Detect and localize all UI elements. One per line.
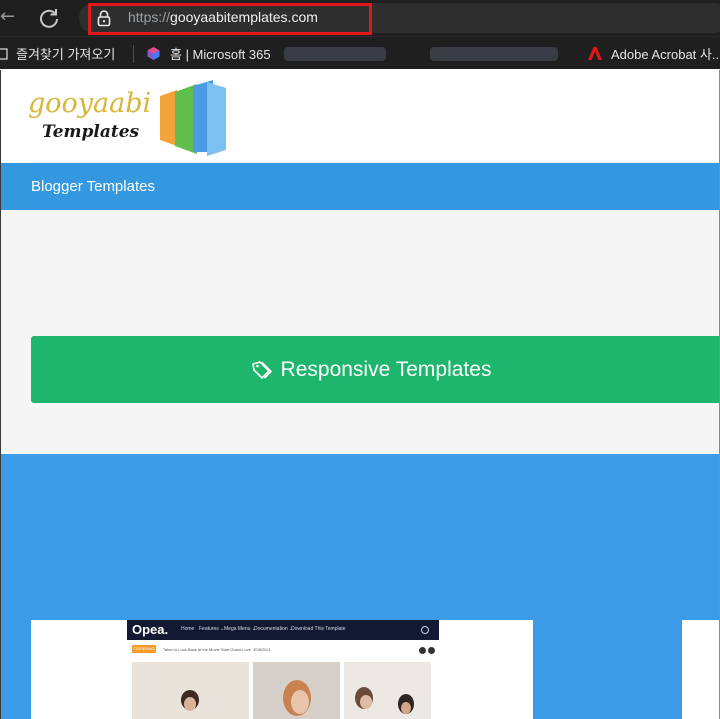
site-logo[interactable]: gooyaabi Templates bbox=[28, 88, 152, 148]
reload-icon[interactable] bbox=[36, 6, 62, 30]
bookmark-import-favorites[interactable]: 즐겨찾기 가져오기 bbox=[0, 37, 115, 70]
logo-word-templates: Templates bbox=[42, 122, 140, 142]
preview-search-icon bbox=[421, 626, 429, 634]
template-preview[interactable]: Opea. Home Features ⌄ Mega Menu ⌄ Docume… bbox=[127, 620, 439, 719]
blurred-bookmark[interactable] bbox=[284, 47, 386, 61]
preview-ticker-date: 30/8/2021 bbox=[253, 647, 271, 652]
preview-brand: Opea. bbox=[132, 622, 169, 637]
microsoft-365-icon bbox=[147, 47, 160, 60]
url-highlight-box bbox=[88, 3, 372, 35]
preview-photo bbox=[132, 662, 249, 719]
template-showcase: Opea. Home Features ⌄ Mega Menu ⌄ Docume… bbox=[0, 454, 720, 719]
preview-menu-item: Home bbox=[181, 626, 195, 632]
responsive-templates-button[interactable]: Responsive Templates bbox=[31, 336, 720, 403]
preview-menu-item: Download This Template bbox=[291, 626, 346, 632]
preview-menu-item: Mega Menu ⌄ bbox=[224, 626, 256, 632]
nav-link-blogger-templates[interactable]: Blogger Templates bbox=[31, 163, 155, 210]
preview-nav: Opea. Home Features ⌄ Mega Menu ⌄ Docume… bbox=[127, 620, 439, 640]
back-arrow-icon[interactable]: ← bbox=[0, 6, 16, 30]
logo-word-gooyaabi: gooyaabi bbox=[28, 88, 152, 119]
hero-section: Responsive Templates bbox=[0, 210, 720, 454]
bookmark-separator bbox=[133, 45, 134, 63]
import-favorites-icon bbox=[0, 47, 8, 60]
preview-photo bbox=[344, 662, 431, 719]
preview-next-dot bbox=[428, 647, 435, 654]
template-card[interactable]: Opea. Home Features ⌄ Mega Menu ⌄ Docume… bbox=[31, 620, 533, 719]
preview-prev-dot bbox=[419, 647, 426, 654]
blurred-bookmark[interactable] bbox=[430, 47, 558, 61]
site-header: gooyaabi Templates bbox=[0, 70, 720, 163]
cta-label: Responsive Templates bbox=[280, 357, 492, 381]
template-card[interactable] bbox=[682, 620, 720, 719]
bookmark-label: 홈 | Microsoft 365 bbox=[170, 47, 271, 62]
bookmark-label: 즐겨찾기 가져오기 bbox=[16, 47, 116, 62]
preview-photo bbox=[253, 662, 340, 719]
preview-menu-item: Features ⌄ bbox=[199, 626, 225, 632]
adobe-acrobat-icon bbox=[588, 47, 602, 60]
preview-trending-badge: TRENDING bbox=[132, 645, 156, 653]
bookmark-adobe-acrobat[interactable]: Adobe Acrobat 사... bbox=[587, 37, 720, 70]
bookmarks-bar: 즐겨찾기 가져오기 홈 | Microsoft 365 Adobe Acroba… bbox=[0, 36, 720, 69]
preview-menu-item: Documentation ⌄ bbox=[254, 626, 294, 632]
preview-ticker-text: Taken a Look Back at the Movie Start Gue… bbox=[163, 647, 271, 652]
browser-address-bar: ← https://gooyaabitemplates.com bbox=[0, 0, 720, 36]
bookmark-microsoft-365[interactable]: 홈 | Microsoft 365 bbox=[146, 37, 271, 70]
logo-pages-icon[interactable] bbox=[157, 80, 229, 156]
site-nav-bar: Blogger Templates bbox=[0, 163, 720, 210]
bookmark-label: Adobe Acrobat 사... bbox=[611, 47, 720, 62]
preview-ticker-headline: Taken a Look Back at the Movie Start Gue… bbox=[163, 647, 251, 652]
web-page: gooyaabi Templates Blogger Templates Res… bbox=[0, 70, 720, 719]
tags-icon bbox=[251, 360, 272, 379]
